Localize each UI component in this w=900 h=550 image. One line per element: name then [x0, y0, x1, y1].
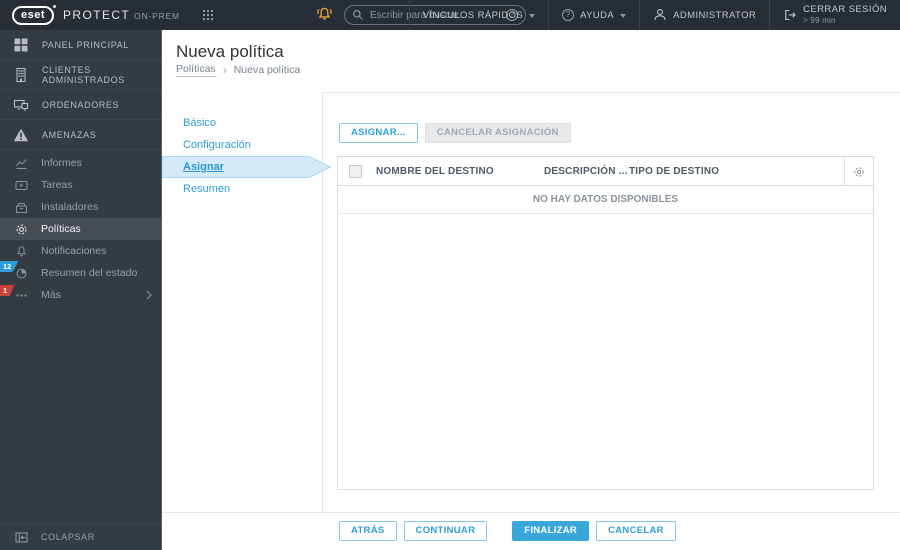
- column-header-descripcion[interactable]: DESCRIPCIÓN ...: [544, 166, 628, 177]
- sidebar-item-label: AMENAZAS: [42, 129, 97, 140]
- sidebar-item-informes[interactable]: Informes: [0, 152, 161, 174]
- logout-icon: [785, 9, 796, 21]
- sidebar-item-politicas[interactable]: Políticas: [0, 218, 161, 240]
- breadcrumb-separator-icon: [223, 63, 227, 77]
- installers-icon: [15, 201, 28, 214]
- footer-divider: [162, 512, 900, 513]
- table-empty-state: NO HAY DATOS DISPONIBLES: [338, 186, 873, 214]
- wizard-step-basico[interactable]: Básico: [162, 112, 334, 134]
- quick-links-menu[interactable]: VÍNCULOS RÁPIDOS: [408, 0, 548, 30]
- reports-icon: [15, 157, 28, 170]
- select-all-checkbox[interactable]: [349, 165, 362, 178]
- column-header-nombre-del-destino[interactable]: NOMBRE DEL DESTINO: [376, 166, 494, 177]
- quick-links-label: VÍNCULOS RÁPIDOS: [422, 9, 524, 21]
- more-icon: [15, 289, 28, 302]
- chevron-down-icon: [529, 13, 536, 18]
- wizard-steps-nav: Básico Configuración Asignar Resumen: [162, 112, 334, 200]
- help-icon: [562, 9, 575, 21]
- dashboard-icon: [13, 37, 29, 53]
- targets-table: NOMBRE DEL DESTINO DESCRIPCIÓN ... TIPO …: [337, 156, 874, 490]
- sidebar-item-ordenadores[interactable]: ORDENADORES: [0, 90, 161, 120]
- user-icon: [654, 9, 666, 21]
- column-header-tipo-de-destino[interactable]: TIPO DE DESTINO: [629, 166, 719, 177]
- panel-divider-top: [322, 92, 900, 93]
- collapse-icon: [15, 531, 28, 544]
- sidebar-item-label: ORDENADORES: [42, 99, 120, 110]
- wizard-step-configuracion[interactable]: Configuración: [162, 134, 334, 156]
- managed-clients-icon: [13, 67, 29, 83]
- sidebar-item-label: Instaladores: [41, 201, 99, 213]
- product-suffix: ON-PREM: [134, 11, 180, 21]
- gear-icon: [854, 166, 864, 177]
- wizard-step-resumen[interactable]: Resumen: [162, 178, 334, 200]
- eset-logo: eset: [12, 4, 57, 25]
- sidebar-item-instaladores[interactable]: Instaladores: [0, 196, 161, 218]
- page-title: Nueva política: [176, 42, 284, 61]
- chevron-right-icon: [146, 290, 152, 300]
- threats-icon: [13, 127, 29, 143]
- chevron-down-icon: [620, 13, 627, 18]
- sidebar-item-notificaciones[interactable]: Notificaciones: [0, 240, 161, 262]
- sidebar-item-label: Políticas: [41, 223, 81, 235]
- help-menu[interactable]: AYUDA: [548, 0, 639, 30]
- app-launcher-icon[interactable]: [202, 9, 214, 21]
- help-label: AYUDA: [580, 9, 615, 21]
- tasks-icon: [15, 179, 28, 192]
- computers-icon: [13, 97, 29, 113]
- sidebar-item-amenazas[interactable]: AMENAZAS: [0, 120, 161, 150]
- breadcrumb: Políticas Nueva política: [176, 63, 300, 77]
- logout-label: CERRAR SESIÓN: [803, 4, 887, 15]
- continue-button[interactable]: CONTINUAR: [403, 521, 488, 541]
- sidebar-item-panel-principal[interactable]: PANEL PRINCIPAL: [0, 30, 161, 60]
- policies-icon: [15, 223, 28, 236]
- collapse-label: COLAPSAR: [41, 532, 95, 542]
- notifications-icon: [15, 245, 28, 258]
- topbar: eset PROTECT ON-PREM VÍNCULOS RÁPIDOS: [0, 0, 900, 30]
- sidebar-item-clientes-administrados[interactable]: CLIENTES ADMINISTRADOS: [0, 60, 161, 90]
- cancel-button[interactable]: CANCELAR: [596, 521, 676, 541]
- step-label: Asignar: [183, 161, 224, 173]
- step-label: Configuración: [183, 139, 251, 151]
- wizard-footer: ATRÁS CONTINUAR FINALIZAR CANCELAR: [339, 521, 676, 541]
- sidebar-item-label: Tareas: [41, 179, 73, 191]
- cancel-assignment-button[interactable]: CANCELAR ASIGNACIÓN: [424, 123, 571, 143]
- logout-button[interactable]: CERRAR SESIÓN > 99 min: [769, 0, 900, 30]
- finish-button[interactable]: FINALIZAR: [512, 521, 590, 541]
- back-button[interactable]: ATRÁS: [339, 521, 397, 541]
- step-label: Resumen: [183, 183, 231, 195]
- breadcrumb-politicas-link[interactable]: Políticas: [176, 63, 216, 77]
- sidebar-item-label: PANEL PRINCIPAL: [42, 39, 129, 50]
- search-icon: [353, 10, 363, 20]
- table-settings-button[interactable]: [844, 157, 873, 186]
- sidebar-item-tareas[interactable]: Tareas: [0, 174, 161, 196]
- product-name: PROTECT: [63, 8, 131, 22]
- user-menu[interactable]: ADMINISTRATOR: [639, 0, 769, 30]
- status-overview-icon: [15, 267, 28, 280]
- sidebar-item-label: Notificaciones: [41, 245, 107, 257]
- sidebar-item-label: CLIENTES ADMINISTRADOS: [42, 64, 125, 85]
- sidebar-collapse-button[interactable]: COLAPSAR: [0, 523, 161, 550]
- sidebar-item-label: Informes: [41, 157, 82, 169]
- sidebar-item-resumen-del-estado[interactable]: Resumen del estado: [0, 262, 161, 284]
- notification-bell-icon[interactable]: [316, 6, 333, 23]
- main-content: Nueva política Políticas Nueva política …: [162, 30, 900, 550]
- sidebar: PANEL PRINCIPAL CLIENTES ADMINISTRADOS O…: [0, 30, 162, 550]
- user-name-label: ADMINISTRATOR: [673, 9, 757, 21]
- sidebar-item-label: Más: [41, 289, 61, 301]
- session-time-remaining: > 99 min: [803, 16, 836, 25]
- assign-button[interactable]: ASIGNAR...: [339, 123, 418, 143]
- assign-toolbar: ASIGNAR... CANCELAR ASIGNACIÓN: [339, 123, 571, 143]
- breadcrumb-current: Nueva política: [233, 64, 301, 76]
- sidebar-item-label: Resumen del estado: [41, 267, 138, 279]
- step-label: Básico: [183, 117, 217, 129]
- table-header: NOMBRE DEL DESTINO DESCRIPCIÓN ... TIPO …: [338, 157, 873, 186]
- wizard-step-asignar[interactable]: Asignar: [162, 156, 334, 178]
- sidebar-item-mas[interactable]: Más: [0, 284, 161, 306]
